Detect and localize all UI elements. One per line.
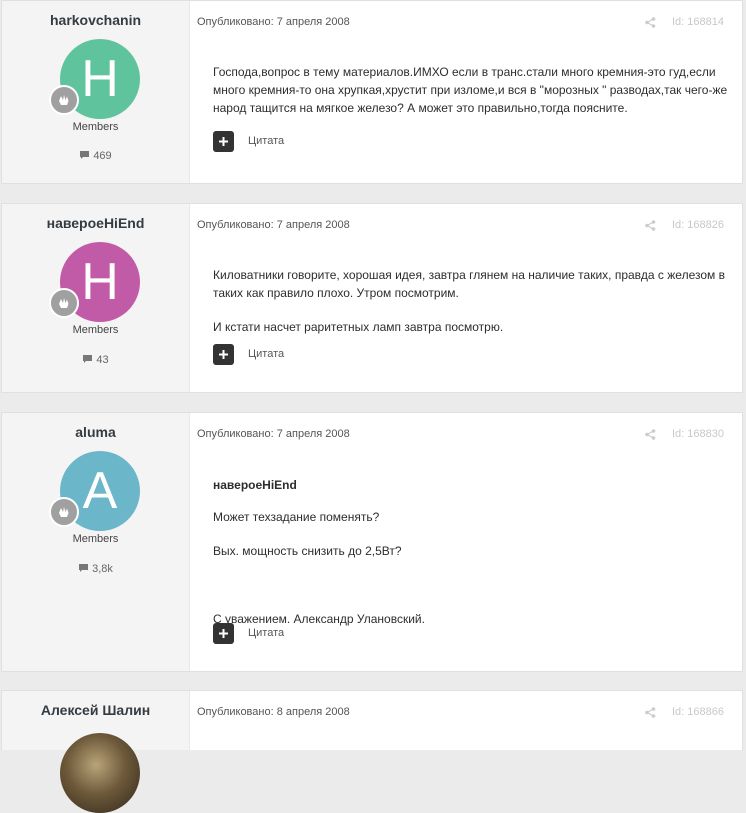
post-text: Может техзадание поменять?: [213, 510, 380, 524]
post-count: 43: [2, 354, 189, 366]
post-2: навероеHiEnd H Members 43 Опубликовано: …: [1, 203, 743, 393]
comment-icon: [79, 564, 89, 572]
post-3: aluma A Members 3,8k Опубликовано: 7 апр…: [1, 412, 743, 672]
post-count-value: 469: [93, 150, 112, 162]
author-panel: навероеHiEnd H Members 43: [2, 204, 190, 392]
member-group: Members: [72, 533, 119, 545]
published-date: Опубликовано: 7 апреля 2008: [197, 428, 350, 440]
post-text: И кстати насчет раритетных ламп завтра п…: [213, 320, 504, 334]
published-date: Опубликовано: 7 апреля 2008: [197, 16, 350, 28]
post-content: Киловатники говорите, хорошая идея, завт…: [213, 266, 733, 352]
post-content: навероеHiEnd Может техзадание поменять? …: [213, 476, 733, 644]
author-name[interactable]: aluma: [2, 424, 189, 440]
share-icon[interactable]: [645, 17, 656, 28]
share-icon[interactable]: [645, 707, 656, 718]
quote-label[interactable]: Цитата: [248, 135, 284, 147]
post-id[interactable]: Id: 168814: [672, 16, 724, 28]
post-text: [213, 576, 733, 594]
plus-icon: [219, 137, 228, 146]
plus-icon: [219, 629, 228, 638]
author-panel: harkovchanin H Members 469: [2, 1, 190, 183]
author-panel: aluma A Members 3,8k: [2, 413, 190, 671]
avatar-photo[interactable]: [60, 733, 140, 813]
author-name[interactable]: навероеHiEnd: [2, 215, 189, 231]
member-group: Members: [72, 121, 119, 133]
author-name[interactable]: harkovchanin: [2, 12, 189, 28]
post-1: harkovchanin H Members 469 Опубликовано:…: [1, 0, 743, 184]
post-count: 3,8k: [2, 563, 189, 575]
plus-icon: [219, 350, 228, 359]
hand-rank-icon: [49, 85, 79, 115]
post-count-value: 43: [96, 354, 109, 366]
quote-button[interactable]: [213, 623, 234, 644]
post-text: Вых. мощность снизить до 2,5Вт?: [213, 544, 402, 558]
quote-button[interactable]: [213, 344, 234, 365]
share-icon[interactable]: [645, 429, 656, 440]
quoted-author[interactable]: навероеHiEnd: [213, 476, 733, 494]
published-date: Опубликовано: 7 апреля 2008: [197, 219, 350, 231]
post-id[interactable]: Id: 168826: [672, 219, 724, 231]
post-text: Киловатники говорите, хорошая идея, завт…: [213, 268, 725, 300]
post-count: 469: [2, 150, 189, 162]
post-id[interactable]: Id: 168866: [672, 706, 724, 718]
author-panel: Алексей Шалин: [2, 691, 190, 813]
quote-button[interactable]: [213, 131, 234, 152]
hand-rank-icon: [49, 497, 79, 527]
member-group: Members: [72, 324, 119, 336]
comment-icon: [83, 355, 93, 363]
comment-icon: [80, 151, 90, 159]
share-icon[interactable]: [645, 220, 656, 231]
post-text: Господа,вопрос в тему материалов.ИМХО ес…: [213, 65, 728, 115]
quote-label[interactable]: Цитата: [248, 348, 284, 360]
post-4: Алексей Шалин Опубликовано: 8 апреля 200…: [1, 690, 743, 813]
hand-rank-icon: [49, 288, 79, 318]
post-id[interactable]: Id: 168830: [672, 428, 724, 440]
published-date: Опубликовано: 8 апреля 2008: [197, 706, 350, 718]
quote-label[interactable]: Цитата: [248, 627, 284, 639]
post-count-value: 3,8k: [92, 563, 113, 575]
post-signature: С уважением. Александр Улановский.: [213, 612, 425, 626]
author-name[interactable]: Алексей Шалин: [2, 702, 189, 718]
post-content: Господа,вопрос в тему материалов.ИМХО ес…: [213, 63, 733, 133]
